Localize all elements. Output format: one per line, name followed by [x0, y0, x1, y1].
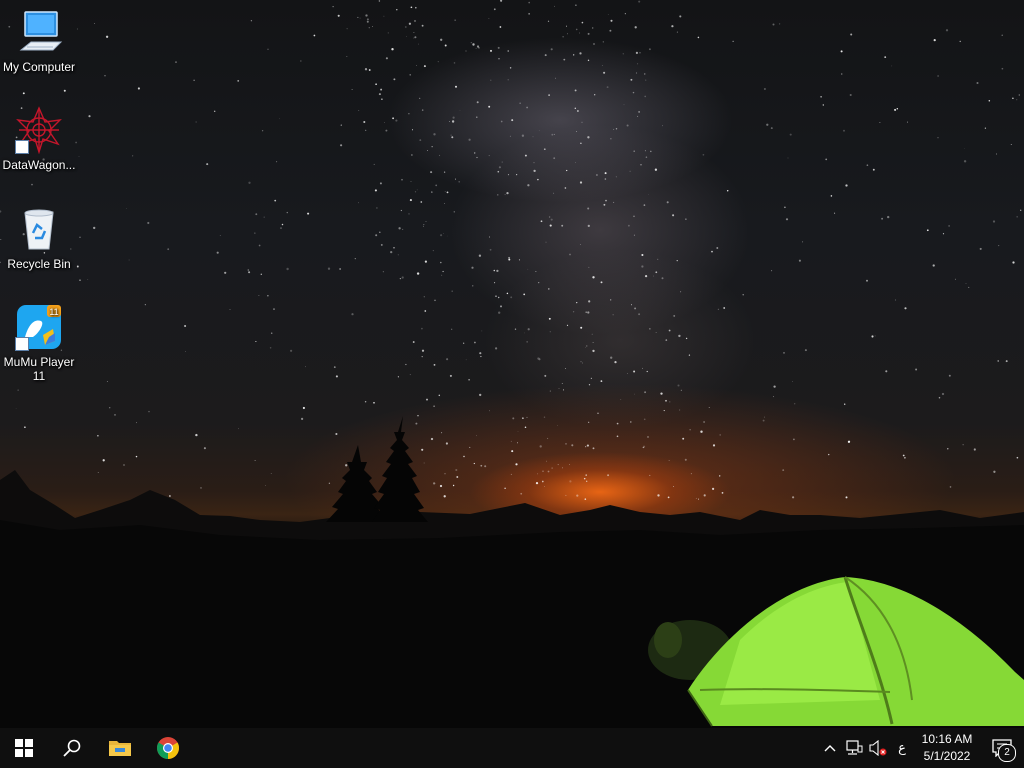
desktop-icon-label: DataWagon... — [2, 158, 76, 172]
recycle-bin-icon — [15, 205, 63, 253]
desktop: My Computer DataWagon... Recycle Bin 11 … — [0, 0, 1024, 768]
network-button[interactable] — [842, 728, 866, 768]
volume-button[interactable] — [866, 728, 890, 768]
volume-muted-icon — [869, 740, 887, 756]
system-tray: ع 10:16 AM 5/1/2022 2 — [818, 728, 1024, 768]
start-button[interactable] — [0, 728, 48, 768]
show-hidden-icons-button[interactable] — [818, 728, 842, 768]
notification-count-badge: 2 — [998, 744, 1016, 762]
desktop-icon-mumu-player[interactable]: 11 MuMu Player 11 — [0, 303, 78, 383]
network-icon — [846, 740, 863, 755]
desktop-icon-label: Recycle Bin — [7, 257, 71, 271]
wallpaper-landscape — [0, 416, 1024, 728]
clock-time: 10:16 AM — [921, 732, 973, 746]
windows-logo-icon — [15, 739, 33, 757]
taskbar: ع 10:16 AM 5/1/2022 2 — [0, 728, 1024, 768]
search-button[interactable] — [48, 728, 96, 768]
shortcut-arrow-icon — [15, 140, 29, 154]
clock[interactable]: 10:16 AM 5/1/2022 — [914, 731, 980, 765]
datawagon-icon — [15, 106, 63, 155]
desktop-icon-datawagon[interactable]: DataWagon... — [0, 106, 78, 172]
chrome-button[interactable] — [144, 728, 192, 768]
chevron-up-icon — [824, 745, 836, 752]
shortcut-arrow-icon — [15, 337, 29, 351]
desktop-icon-my-computer[interactable]: My Computer — [0, 8, 78, 74]
file-explorer-button[interactable] — [96, 728, 144, 768]
desktop-icon-label: My Computer — [2, 60, 76, 74]
notification-center-button[interactable]: 2 — [980, 728, 1024, 768]
chrome-icon — [157, 737, 179, 759]
search-icon — [63, 739, 81, 757]
desktop-icon-recycle-bin[interactable]: Recycle Bin — [0, 205, 78, 271]
folder-icon — [109, 741, 131, 756]
computer-icon — [15, 8, 63, 56]
clock-date: 5/1/2022 — [923, 749, 971, 763]
svg-text:11: 11 — [49, 307, 58, 317]
mumu-player-icon: 11 — [15, 303, 63, 351]
input-language-button[interactable]: ع — [890, 728, 914, 768]
desktop-icon-label: MuMu Player 11 — [3, 355, 75, 383]
